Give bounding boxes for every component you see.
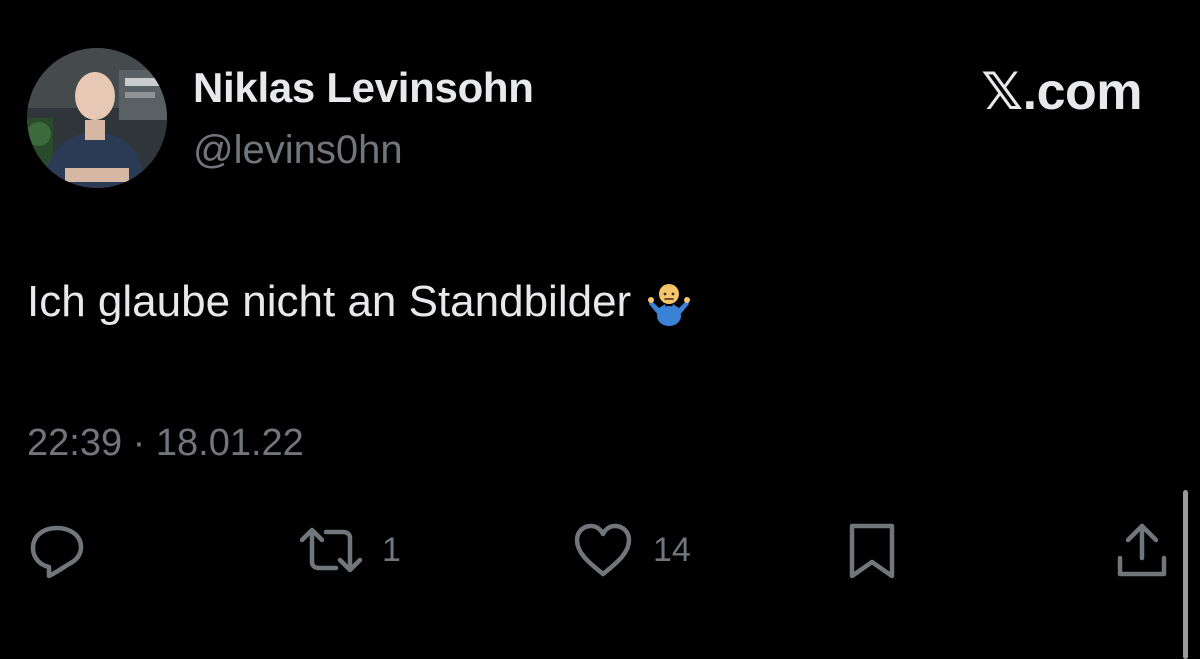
- tweet-timestamp[interactable]: 22:39 · 18.01.22: [27, 422, 304, 465]
- tweet-text: Ich glaube nicht an Standbilder: [27, 277, 693, 327]
- retweet-count: 1: [382, 530, 401, 569]
- author-display-name[interactable]: Niklas Levinsohn: [193, 64, 534, 112]
- heart-icon: [574, 523, 632, 577]
- author-handle[interactable]: @levins0hn: [193, 128, 403, 173]
- share-button[interactable]: [1114, 518, 1170, 582]
- retweet-button[interactable]: 1: [298, 518, 401, 582]
- avatar-photo: [27, 48, 167, 188]
- bookmark-button[interactable]: [846, 518, 898, 582]
- brand-label: 𝕏.com: [981, 63, 1142, 121]
- scrollbar[interactable]: [1183, 490, 1188, 659]
- like-count: 14: [653, 530, 691, 569]
- retweet-icon: [299, 527, 363, 573]
- reply-button[interactable]: [27, 518, 87, 582]
- tweet-text-content: Ich glaube nicht an Standbilder: [27, 277, 632, 326]
- bookmark-icon: [849, 523, 895, 579]
- like-button[interactable]: 14: [571, 518, 691, 582]
- reply-bubble-icon: [30, 525, 84, 579]
- share-icon: [1117, 523, 1167, 577]
- tweet-actions-bar: 1 14: [0, 518, 1200, 582]
- man-shrugging-emoji: [645, 278, 693, 326]
- avatar[interactable]: [27, 48, 167, 188]
